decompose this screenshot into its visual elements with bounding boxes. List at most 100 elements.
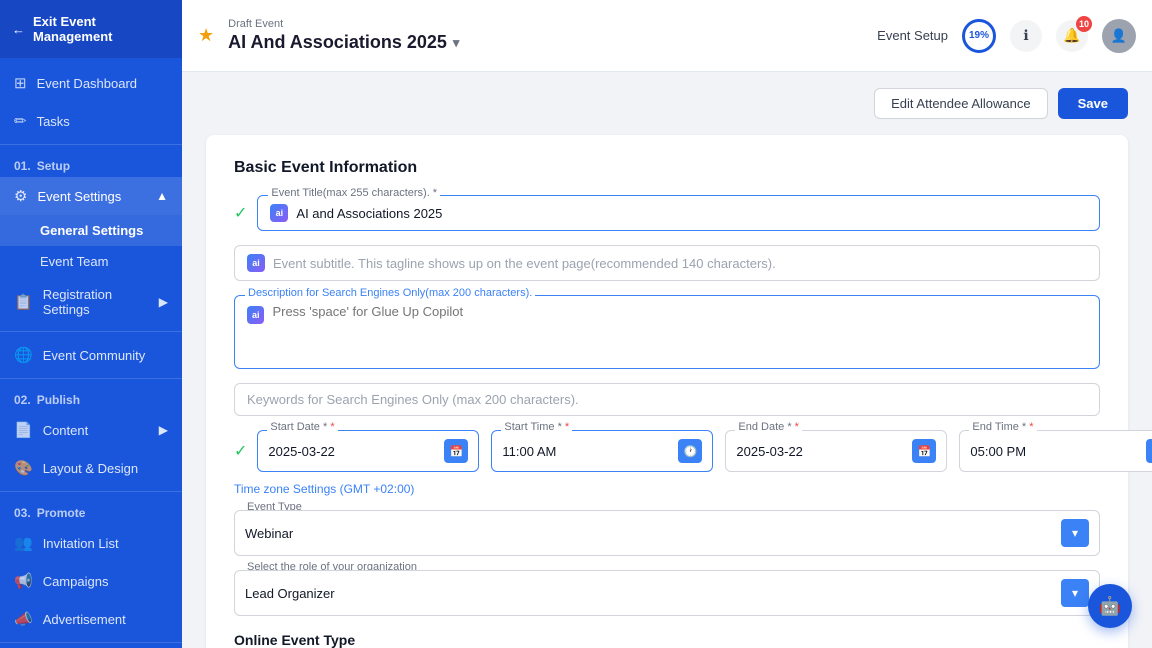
sidebar-item-tasks[interactable]: ✏ Tasks (0, 102, 182, 140)
online-event-type-title: Online Event Type (234, 632, 1100, 648)
edit-attendee-allowance-button[interactable]: Edit Attendee Allowance (874, 88, 1048, 119)
sidebar: ← Exit Event Management ⊞ Event Dashboar… (0, 0, 182, 648)
event-title-input[interactable] (296, 206, 1087, 221)
sidebar-item-layout-design[interactable]: 🎨 Layout & Design (0, 449, 182, 487)
community-icon: 🌐 (14, 346, 33, 364)
group-number: 02. (14, 393, 31, 407)
sidebar-item-label: Event Community (43, 348, 146, 363)
end-date-input[interactable] (736, 444, 912, 459)
org-role-value: Lead Organizer (245, 586, 1061, 601)
event-title-block: Draft Event AI And Associations 2025 ▾ (228, 18, 459, 53)
sidebar-divider (0, 144, 182, 145)
description-wrapper: Description for Search Engines Only(max … (234, 295, 1100, 369)
sidebar-item-campaigns[interactable]: 📢 Campaigns (0, 562, 182, 600)
notifications-button[interactable]: 🔔 10 (1056, 20, 1088, 52)
sidebar-subitem-event-team[interactable]: Event Team (0, 246, 182, 277)
content-icon: 📄 (14, 421, 33, 439)
content-area: Edit Attendee Allowance Save Basic Event… (182, 72, 1152, 648)
event-type-select-wrapper: Webinar ▾ (234, 510, 1100, 556)
sidebar-subitem-general-settings[interactable]: General Settings (0, 215, 182, 246)
end-date-field: End Date * 📅 (725, 430, 947, 472)
user-avatar[interactable]: 👤 (1102, 19, 1136, 53)
event-type-dropdown-button[interactable]: ▾ (1061, 519, 1089, 547)
form-section-title: Basic Event Information (234, 159, 1100, 177)
sub-item-label: General Settings (40, 223, 143, 238)
description-field-label: Description for Search Engines Only(max … (245, 287, 535, 299)
settings-icon: ⚙ (14, 187, 27, 205)
sidebar-item-invitation-list[interactable]: 👥 Invitation List (0, 524, 182, 562)
save-button[interactable]: Save (1058, 88, 1128, 119)
start-date-input[interactable] (268, 444, 444, 459)
end-time-field: End Time * 🕐 (959, 430, 1152, 472)
sidebar-item-label: Event Dashboard (37, 76, 137, 91)
sidebar-item-registration-settings[interactable]: 📋 Registration Settings ▶ (0, 277, 182, 327)
progress-value: 19% (969, 30, 989, 41)
sidebar-item-advertisement[interactable]: 📣 Advertisement (0, 600, 182, 638)
event-title-field-label: Event Title(max 255 characters). * (268, 187, 440, 199)
info-button[interactable]: ℹ (1010, 20, 1042, 52)
sidebar-nav: ⊞ Event Dashboard ✏ Tasks 01. Setup ⚙ Ev… (0, 58, 182, 648)
start-time-input[interactable] (502, 444, 678, 459)
event-type-select-group: Event Type Webinar ▾ (234, 510, 1100, 556)
exit-chevron-icon: ← (12, 22, 25, 37)
start-date-calendar-icon[interactable]: 📅 (444, 439, 468, 463)
layout-icon: 🎨 (14, 459, 33, 477)
sub-item-label: Event Team (40, 254, 108, 269)
start-date-field: Start Date * 📅 (257, 430, 479, 472)
sidebar-item-label: Layout & Design (43, 461, 138, 476)
start-time-input-wrap: 🕐 (491, 430, 713, 472)
topbar-event-name: AI And Associations 2025 ▾ (228, 32, 459, 53)
start-time-field: Start Time * 🕐 (491, 430, 713, 472)
exit-event-management-button[interactable]: ← Exit Event Management (0, 0, 182, 58)
ai-subtitle-icon: ai (247, 254, 265, 272)
sidebar-item-label: Registration Settings (43, 287, 149, 317)
timezone-settings-link[interactable]: Time zone Settings (GMT +02:00) (234, 482, 414, 496)
org-role-select-group: Select the role of your organization Lea… (234, 570, 1100, 616)
ai-chat-button[interactable]: 🤖 (1088, 584, 1132, 628)
sidebar-item-label: Advertisement (43, 612, 126, 627)
group-number: 01. (14, 159, 31, 173)
start-time-clock-icon[interactable]: 🕐 (678, 439, 702, 463)
chevron-right-icon: ▶ (159, 423, 168, 437)
group-label: Setup (37, 159, 70, 173)
topbar-right: Event Setup 19% ℹ 🔔 10 👤 (877, 19, 1136, 53)
org-role-dropdown-button[interactable]: ▾ (1061, 579, 1089, 607)
draft-label: Draft Event (228, 18, 459, 30)
keywords-field-group (234, 383, 1100, 416)
group-number: 03. (14, 506, 31, 520)
end-date-calendar-icon[interactable]: 📅 (912, 439, 936, 463)
sidebar-divider (0, 378, 182, 379)
sidebar-item-event-settings[interactable]: ⚙ Event Settings ▲ (0, 177, 182, 215)
sidebar-item-label: Campaigns (43, 574, 109, 589)
chevron-up-icon: ▲ (156, 189, 168, 203)
subtitle-input[interactable] (273, 256, 1087, 271)
ai-description-icon: ai (247, 306, 264, 324)
exit-label: Exit Event Management (33, 14, 170, 44)
action-bar: Edit Attendee Allowance Save (206, 88, 1128, 119)
end-time-clock-icon[interactable]: 🕐 (1146, 439, 1152, 463)
sidebar-item-event-community[interactable]: 🌐 Event Community (0, 336, 182, 374)
sidebar-item-label: Invitation List (43, 536, 119, 551)
subtitle-input-wrapper: ai (234, 245, 1100, 281)
start-date-label: Start Date * (267, 421, 337, 433)
event-name-chevron-icon[interactable]: ▾ (453, 35, 460, 51)
sidebar-item-content[interactable]: 📄 Content ▶ (0, 411, 182, 449)
form-card: Basic Event Information ✓ Event Title(ma… (206, 135, 1128, 648)
description-textarea[interactable] (272, 304, 1087, 360)
favorite-star-icon[interactable]: ★ (198, 25, 214, 46)
ai-chat-icon: 🤖 (1099, 596, 1121, 617)
event-setup-label: Event Setup (877, 28, 948, 43)
start-time-label: Start Time * (501, 421, 572, 433)
org-role-select-wrapper: Lead Organizer ▾ (234, 570, 1100, 616)
end-date-input-wrap: 📅 (725, 430, 947, 472)
campaigns-icon: 📢 (14, 572, 33, 590)
group-label: Promote (37, 506, 86, 520)
end-time-input[interactable] (970, 444, 1146, 459)
sidebar-item-event-dashboard[interactable]: ⊞ Event Dashboard (0, 64, 182, 102)
keywords-input-wrapper (234, 383, 1100, 416)
main-area: ★ Draft Event AI And Associations 2025 ▾… (182, 0, 1152, 648)
keywords-input[interactable] (247, 392, 1087, 407)
sidebar-group-setup: 01. Setup (0, 149, 182, 177)
start-date-input-wrap: 📅 (257, 430, 479, 472)
chevron-right-icon: ▶ (159, 295, 168, 309)
